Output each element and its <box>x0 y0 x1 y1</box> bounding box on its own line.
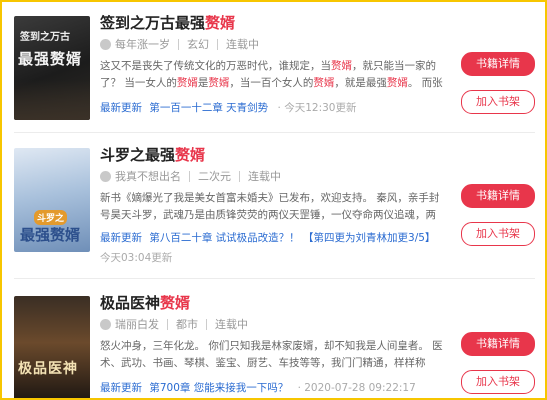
book-title-keyword: 赘婿 <box>175 146 206 164</box>
desc-keyword: 赘婿 <box>313 77 335 89</box>
meta-divider <box>217 38 218 50</box>
desc-keyword: 赘婿 <box>208 77 230 89</box>
book-item: 极品医神 极品医神赘婿 瑞丽白发 都市 连载中 怒火冲身，三年化龙。 你们只知我… <box>14 288 535 398</box>
latest-label: 最新更新 <box>100 232 142 244</box>
book-title-keyword: 赘婿 <box>205 14 236 32</box>
book-details-button[interactable]: 书籍详情 <box>461 52 535 76</box>
latest-chapter-link[interactable]: 第700章 您能来接我一下吗？ <box>149 382 288 394</box>
book-meta: 瑞丽白发 都市 连载中 <box>100 316 248 332</box>
book-genre[interactable]: 都市 <box>176 316 198 332</box>
latest-label: 最新更新 <box>100 102 142 114</box>
meta-divider <box>167 318 168 330</box>
desc-text: 这又不是丧失了传统文化的万恶时代，谁规定，当 <box>100 60 331 72</box>
book-genre[interactable]: 玄幻 <box>187 36 209 52</box>
book-title[interactable]: 斗罗之最强赘婿 <box>100 144 205 165</box>
book-meta: 每年涨一岁 玄幻 连载中 <box>100 36 259 52</box>
cover-text: 最强赘婿 <box>20 226 81 244</box>
desc-text: ，当一百个女人的 <box>229 77 314 89</box>
book-cover[interactable]: 签到之万古 最强赘婿 <box>14 16 90 120</box>
cover-text-top: 签到之万古 <box>20 32 70 43</box>
add-to-shelf-button[interactable]: 加入书架 <box>461 222 535 246</box>
book-title-text: 斗罗之最强 <box>100 146 176 164</box>
latest-update: 最新更新 第一百一十二章 天青剑势 · 今天12:30更新 <box>100 100 356 115</box>
book-cover[interactable]: 斗罗之 最强赘婿 <box>14 148 90 252</box>
book-status: 连载中 <box>226 38 259 51</box>
desc-keyword: 赘婿 <box>386 77 408 89</box>
book-list-panel: 签到之万古 最强赘婿 签到之万古最强赘婿 每年涨一岁 玄幻 连载中 这又不是丧失… <box>0 0 547 400</box>
book-title-text: 签到之万古最强 <box>100 14 206 32</box>
desc-text: 新书《嫡爆光了我是美女首富未婚夫》已发布，欢迎支持。 秦风，亲手封号昊天斗罗，武… <box>100 192 440 221</box>
desc-keyword: 赘婿 <box>331 60 352 72</box>
book-status: 连载中 <box>215 318 248 331</box>
author-icon <box>100 318 111 330</box>
book-author[interactable]: 每年涨一岁 <box>115 36 170 52</box>
cover-text-top: 斗罗之 <box>34 210 68 225</box>
desc-text: 怒火冲身，三年化龙。 你们只知我是林家废婿，却不知我是人间皇者。 医术、武功、书… <box>100 340 443 369</box>
divider <box>14 132 535 133</box>
book-genre[interactable]: 二次元 <box>198 168 231 184</box>
divider <box>14 278 535 279</box>
cover-text: 最强赘婿 <box>18 50 83 68</box>
book-cover[interactable]: 极品医神 <box>14 296 90 398</box>
book-description: 新书《嫡爆光了我是美女首富未婚夫》已发布，欢迎支持。 秦风，亲手封号昊天斗罗，武… <box>100 190 446 224</box>
book-meta: 我真不想出名 二次元 连载中 <box>100 168 281 184</box>
cover-text: 极品医神 <box>18 361 78 377</box>
book-title[interactable]: 签到之万古最强赘婿 <box>100 12 235 33</box>
book-details-button[interactable]: 书籍详情 <box>461 184 535 208</box>
book-item: 斗罗之 最强赘婿 斗罗之最强赘婿 我真不想出名 二次元 连载中 新书《嫡爆光了我… <box>14 140 535 270</box>
latest-label: 最新更新 <box>100 382 142 394</box>
book-details-button[interactable]: 书籍详情 <box>461 332 535 356</box>
book-author[interactable]: 我真不想出名 <box>115 168 181 184</box>
book-status: 连载中 <box>248 170 281 183</box>
book-author[interactable]: 瑞丽白发 <box>115 316 159 332</box>
add-to-shelf-button[interactable]: 加入书架 <box>461 90 535 114</box>
meta-divider <box>189 170 190 182</box>
latest-time: · 今天12:30更新 <box>277 102 357 114</box>
desc-text: ，就是最强 <box>334 77 387 89</box>
latest-chapter-link[interactable]: 第八百二十章 试试极品改造？！ <box>149 232 299 244</box>
add-to-shelf-button[interactable]: 加入书架 <box>461 370 535 394</box>
meta-divider <box>178 38 179 50</box>
meta-divider <box>239 170 240 182</box>
latest-time: 今天03:04更新 <box>100 252 173 264</box>
author-icon <box>100 38 111 50</box>
book-description: 怒火冲身，三年化龙。 你们只知我是林家废婿，却不知我是人间皇者。 医术、武功、书… <box>100 338 446 372</box>
latest-update: 最新更新 第八百二十章 试试极品改造？！ 【第四更为刘青林加更3/5】 <box>100 230 435 245</box>
book-description: 这又不是丧失了传统文化的万恶时代，谁规定，当赘婿，就只能当一家的了？ 当一女人的… <box>100 58 446 92</box>
book-title-text: 极品医神 <box>100 294 161 312</box>
latest-update: 最新更新 第700章 您能来接我一下吗？ · 2020-07-28 09:22:… <box>100 380 416 395</box>
desc-keyword: 赘婿 <box>176 77 198 89</box>
latest-chapter-link[interactable]: 第一百一十二章 天青剑势 <box>149 102 268 114</box>
meta-divider <box>206 318 207 330</box>
book-title-keyword: 赘婿 <box>160 294 191 312</box>
latest-volume-note[interactable]: 【第四更为刘青林加更3/5】 <box>303 232 435 244</box>
desc-text: 是 <box>197 77 209 89</box>
latest-time: · 2020-07-28 09:22:17 <box>297 382 416 394</box>
book-title[interactable]: 极品医神赘婿 <box>100 292 190 313</box>
author-icon <box>100 170 111 182</box>
book-item: 签到之万古 最强赘婿 签到之万古最强赘婿 每年涨一岁 玄幻 连载中 这又不是丧失… <box>14 8 535 124</box>
